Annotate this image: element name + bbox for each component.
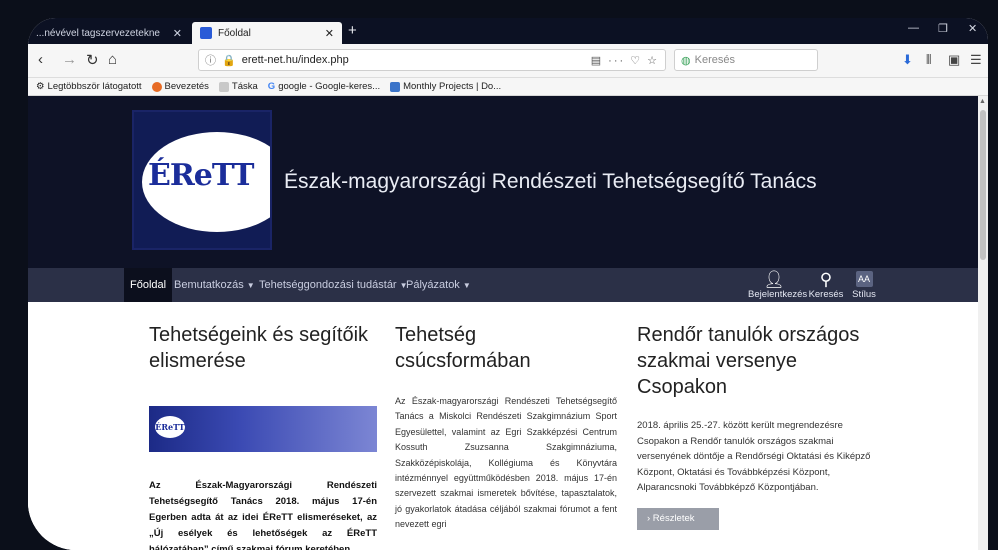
back-icon[interactable]: ‹: [38, 51, 43, 68]
menu-icon[interactable]: ☰: [970, 52, 982, 68]
tab-bar: ...névével tagszervezetekne ✕ Főoldal ✕ …: [28, 18, 988, 44]
menu-label: Bemutatkozás: [174, 279, 244, 291]
tab-inactive[interactable]: ...névével tagszervezetekne ✕: [28, 22, 190, 44]
article-2: Tehetség csúcsformában Az Észak-magyaror…: [395, 322, 617, 533]
site-logo[interactable]: ÉReTT: [132, 110, 272, 250]
menu-label: Pályázatok: [406, 279, 460, 291]
bookmark-most-visited[interactable]: ⚙ Legtöbbször látogatott: [36, 81, 142, 92]
tab-label: Főoldal: [218, 27, 251, 39]
article-1: Tehetségeink és segítőik elismerése ÉReT…: [149, 322, 377, 550]
bookmarks-bar: ⚙ Legtöbbször látogatott Bevezetés Táska …: [28, 78, 988, 96]
web-page: ÉReTT Észak-magyarországi Rendészeti Teh…: [28, 96, 978, 550]
restore-icon[interactable]: ❐: [938, 22, 948, 35]
text-style-icon: AA: [855, 271, 873, 287]
minimize-icon[interactable]: —: [908, 22, 919, 34]
menu-item-home[interactable]: Főoldal: [124, 268, 173, 302]
bookmark-google[interactable]: Ggoogle - Google-keres...: [268, 81, 380, 92]
scrollbar-thumb[interactable]: [980, 110, 986, 260]
tool-label: Bejelentkezés: [748, 289, 808, 300]
search-placeholder: Keresés: [694, 54, 735, 66]
menu-item-knowledge-base[interactable]: Tehetséggondozási tudástár ▼: [255, 268, 412, 302]
style-button[interactable]: AA Stílus: [844, 271, 884, 300]
details-button[interactable]: › Részletek: [637, 507, 719, 530]
folder-icon: [218, 81, 229, 92]
caret-down-icon: ▼: [462, 281, 471, 290]
caret-down-icon: ▼: [246, 281, 255, 290]
close-icon[interactable]: ✕: [173, 27, 182, 40]
article-body: Az Észak-Magyarországi Rendészeti Tehets…: [149, 480, 377, 550]
bookmark-label: Legtöbbször látogatott: [47, 81, 142, 92]
site-title: Észak-magyarországi Rendészeti Tehetségs…: [284, 170, 817, 193]
site-header: ÉReTT Észak-magyarországi Rendészeti Teh…: [28, 96, 978, 268]
device-frame: ...névével tagszervezetekne ✕ Főoldal ✕ …: [0, 0, 998, 550]
menu-item-about[interactable]: Bemutatkozás ▼: [170, 268, 259, 302]
menu-label: Tehetséggondozási tudástár: [259, 279, 397, 291]
logo-text: ÉReTT: [148, 158, 254, 193]
nav-bar: ‹ → ↻ ⌂ ⓘ 🔒 erett-net.hu/index.php ▤ ···…: [28, 44, 988, 78]
sidebar-icon[interactable]: ▣: [948, 52, 960, 68]
insecure-lock-icon: 🔒: [222, 54, 236, 67]
projects-icon: [390, 81, 401, 92]
bookmark-label: google - Google-keres...: [278, 81, 381, 92]
page-actions-icon[interactable]: ▤ ··· ♡ ☆: [591, 54, 659, 67]
tool-label: Stílus: [852, 289, 876, 300]
browser-window: ...névével tagszervezetekne ✕ Főoldal ✕ …: [28, 18, 988, 550]
article-title[interactable]: Tehetségeink és segítőik elismerése: [149, 322, 377, 374]
banner-logo: ÉReTT: [155, 416, 185, 438]
info-icon[interactable]: ⓘ: [205, 52, 216, 68]
tab-active[interactable]: Főoldal ✕: [192, 22, 342, 44]
google-icon: G: [267, 81, 276, 92]
firefox-icon: [151, 81, 162, 92]
scroll-up-icon[interactable]: ▲: [979, 98, 986, 105]
bookmark-folder[interactable]: Táska: [218, 81, 258, 92]
main-menu: Főoldal Bemutatkozás ▼ Tehetséggondozási …: [28, 268, 978, 302]
bookmark-label: Monthly Projects | Do...: [403, 81, 502, 92]
main-content: Tehetségeink és segítőik elismerése ÉReT…: [28, 302, 978, 550]
download-icon[interactable]: ⬇: [902, 52, 913, 68]
article-title[interactable]: Tehetség csúcsformában: [395, 322, 617, 374]
close-icon[interactable]: ✕: [325, 27, 334, 40]
forward-icon[interactable]: →: [62, 51, 77, 68]
article-3: Rendőr tanulók országos szakmai versenye…: [637, 322, 873, 530]
menu-label: Főoldal: [130, 279, 167, 291]
article-banner-image[interactable]: ÉReTT: [149, 406, 377, 452]
page-scrollbar[interactable]: ▲: [978, 96, 988, 550]
login-button[interactable]: 👤︎ Bejelentkezés: [748, 270, 807, 301]
new-tab-icon[interactable]: +: [348, 22, 357, 39]
bookmark-label: Bevezetés: [164, 81, 209, 92]
article-body: 2018. április 25.-27. között került megr…: [637, 420, 871, 494]
url-text: erett-net.hu/index.php: [241, 54, 349, 66]
close-window-icon[interactable]: ✕: [968, 22, 977, 35]
article-body: Az Észak-magyarországi Rendészeti Tehets…: [395, 396, 617, 530]
tool-label: Keresés: [808, 289, 844, 300]
home-icon[interactable]: ⌂: [108, 51, 117, 68]
site-favicon-icon: [200, 27, 212, 39]
tab-label: ...névével tagszervezetekne: [36, 27, 160, 39]
bookmark-getting-started[interactable]: Bevezetés: [151, 81, 209, 92]
search-engine-icon: ◍: [681, 54, 691, 67]
bookmark-monthly-projects[interactable]: Monthly Projects | Do...: [390, 81, 501, 92]
bookmark-label: Táska: [231, 81, 258, 92]
article-title[interactable]: Rendőr tanulók országos szakmai versenye…: [637, 322, 873, 400]
search-bar[interactable]: ◍ Keresés: [674, 49, 818, 71]
user-icon: 👤︎: [763, 270, 785, 289]
reload-icon[interactable]: ↻: [86, 51, 99, 69]
menu-item-tenders[interactable]: Pályázatok ▼: [402, 268, 475, 302]
library-icon[interactable]: ⫴: [926, 52, 931, 68]
gear-icon: ⚙: [36, 81, 45, 92]
url-bar[interactable]: ⓘ 🔒 erett-net.hu/index.php ▤ ··· ♡ ☆: [198, 49, 666, 71]
